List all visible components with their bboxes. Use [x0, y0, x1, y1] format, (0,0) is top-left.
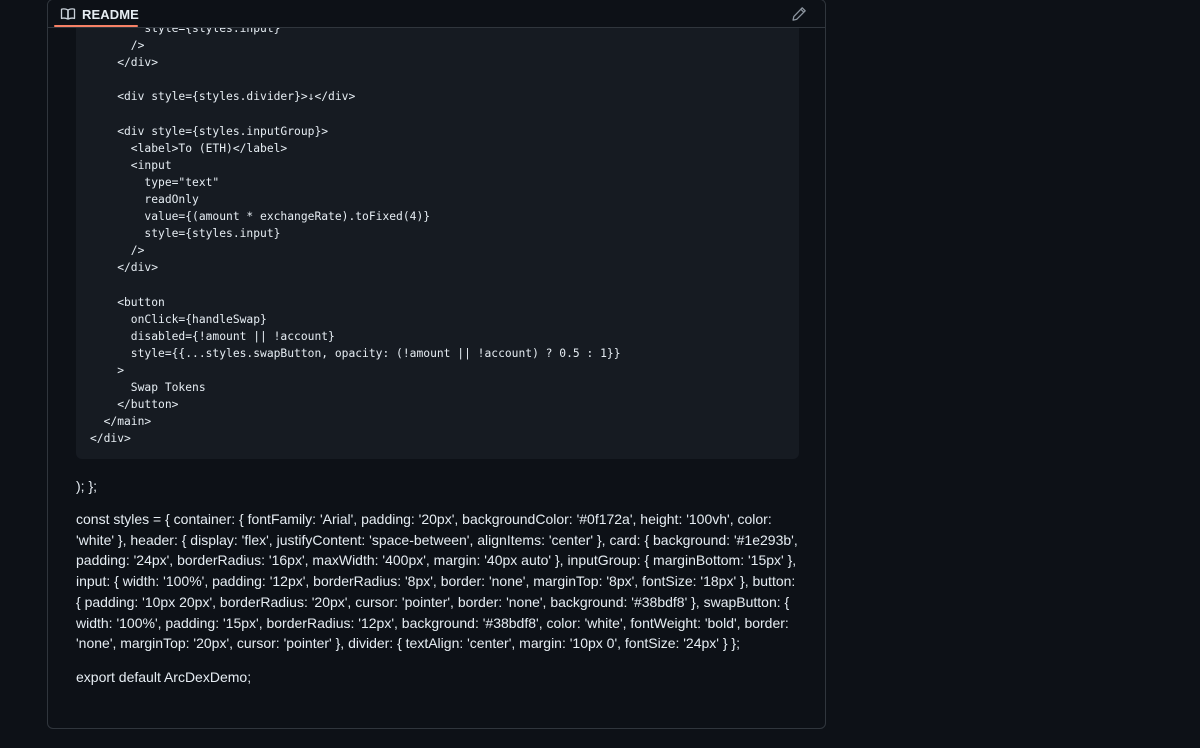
code-line: style={{...styles.swapButton, opacity: (… — [90, 346, 621, 360]
closing-text: ); }; — [76, 478, 98, 494]
code-line: <input — [90, 158, 172, 172]
export-text: export default ArcDexDemo; — [76, 669, 252, 685]
code-line: </div> — [90, 56, 159, 70]
code-line: type="text" — [90, 175, 220, 189]
code-line: </main> — [90, 415, 152, 429]
code-line: </div> — [90, 432, 131, 446]
code-line: value={(amount * exchangeRate).toFixed(4… — [90, 210, 431, 224]
code-line: disabled={!amount || !account} — [90, 329, 335, 343]
code-line: <button — [90, 295, 165, 309]
code-line: /> — [90, 244, 145, 258]
code-line: <label>To (ETH)</label> — [90, 141, 288, 155]
readme-tab[interactable]: README — [60, 0, 139, 28]
active-tab-indicator — [54, 25, 138, 27]
styles-paragraph: const styles = { container: { fontFamily… — [76, 511, 798, 652]
code-line: style={styles.input} — [90, 227, 281, 241]
code-line: Swap Tokens — [90, 380, 206, 394]
code-line: readOnly — [90, 192, 199, 206]
code-line: <div style={styles.divider}>↓</div> — [90, 90, 356, 104]
code-block: style={styles.input} /> </div> <div styl… — [76, 18, 799, 459]
book-icon — [60, 6, 76, 22]
pencil-icon[interactable] — [791, 6, 807, 22]
code-line: > — [90, 363, 125, 377]
code-line: <div style={styles.inputGroup}> — [90, 124, 329, 138]
readme-panel: style={styles.input} /> </div> <div styl… — [47, 0, 826, 729]
code-lines: style={styles.input} /> </div> <div styl… — [90, 20, 621, 447]
code-line: /> — [90, 39, 145, 53]
code-line: </button> — [90, 398, 179, 412]
readme-header: README — [48, 0, 825, 28]
code-line: </div> — [90, 261, 159, 275]
readme-title: README — [82, 6, 139, 22]
code-line: onClick={handleSwap} — [90, 312, 267, 326]
